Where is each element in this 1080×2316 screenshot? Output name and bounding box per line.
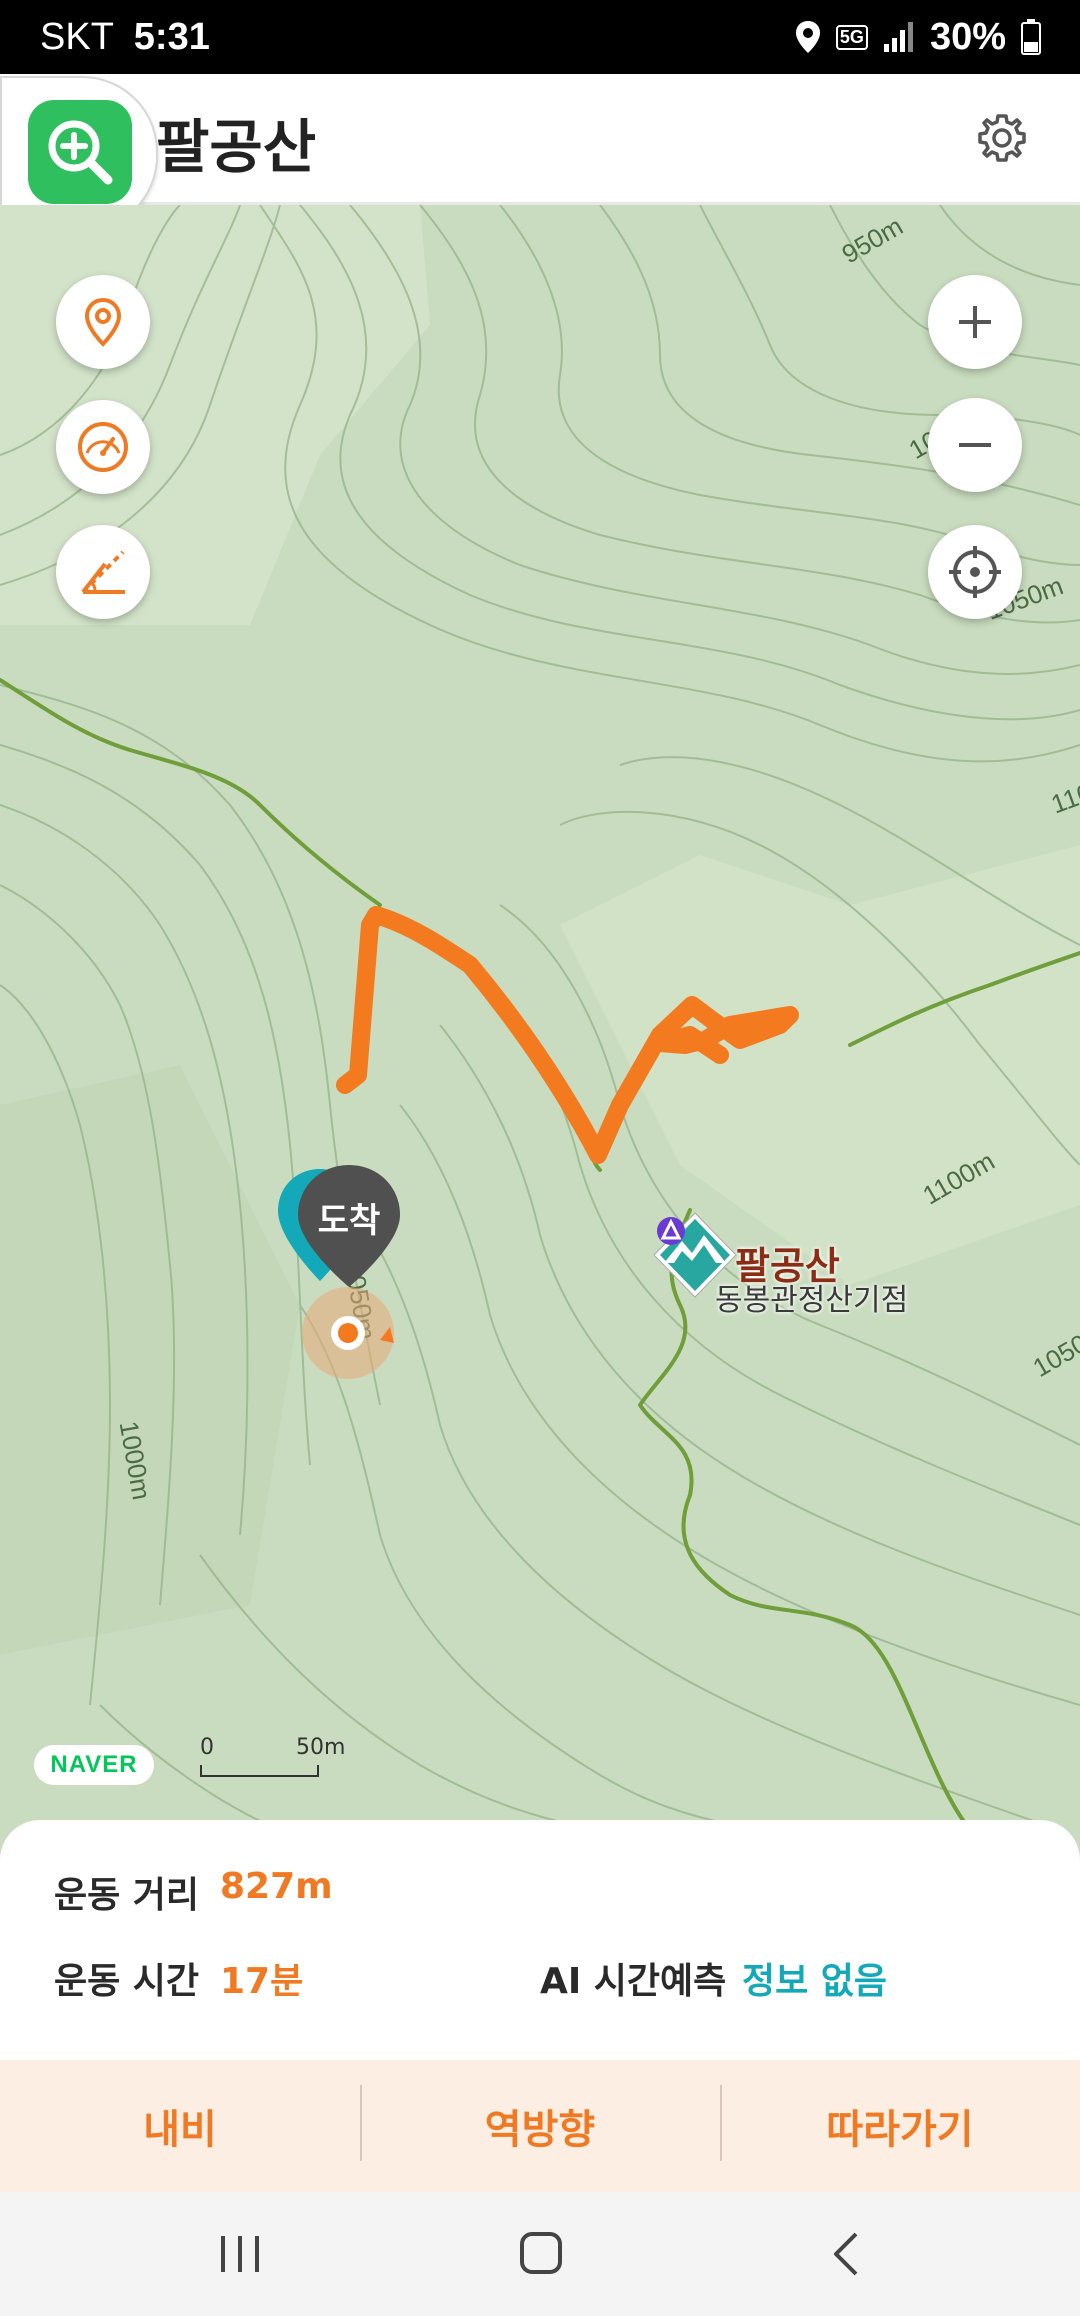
battery-icon	[1021, 19, 1041, 55]
carrier-label: SKT	[40, 16, 114, 58]
map-scale: 0 50m	[200, 1735, 350, 1785]
app-bar: 팔공산	[0, 74, 1080, 205]
recent-apps-icon[interactable]	[215, 2232, 265, 2276]
zoom-in-button[interactable]	[928, 275, 1022, 369]
current-position-icon	[302, 1287, 394, 1379]
status-bar: SKT 5:31 5G 30%	[0, 0, 1080, 74]
system-nav-bar	[0, 2192, 1080, 2316]
stats-panel: 운동 거리 827m 운동 시간 17분 AI 시간예측 정보 없음	[0, 1820, 1080, 2060]
crosshair-icon	[949, 546, 1001, 598]
minus-icon	[959, 443, 991, 447]
slope-button[interactable]	[56, 525, 150, 619]
distance-value: 827m	[220, 1866, 333, 1907]
scale-start: 0	[200, 1735, 214, 1760]
speed-button[interactable]	[56, 400, 150, 494]
map-view[interactable]: 950m 1000m 1050m 1100m 1100m 1050m 1050m…	[0, 205, 1080, 1830]
my-location-button[interactable]	[928, 525, 1022, 619]
arrival-marker[interactable]: 도착	[296, 1163, 402, 1289]
reverse-button[interactable]: 역방향	[360, 2060, 720, 2192]
clock: 5:31	[133, 16, 210, 58]
distance-label: 운동 거리	[54, 1875, 200, 1916]
gear-icon[interactable]	[972, 108, 1032, 168]
scale-end: 50m	[296, 1735, 346, 1760]
location-pin-icon	[84, 297, 122, 347]
home-icon[interactable]	[518, 2230, 564, 2276]
location-status-icon	[795, 21, 820, 53]
network-icon: 5G	[835, 24, 868, 50]
slope-icon	[81, 550, 125, 594]
location-button[interactable]	[56, 275, 150, 369]
naver-logo: NAVER	[34, 1745, 154, 1785]
time-label: 운동 시간	[54, 1961, 200, 2002]
zoom-out-button[interactable]	[928, 398, 1022, 492]
page-title: 팔공산	[156, 113, 317, 181]
arrival-label: 도착	[317, 1201, 381, 1241]
back-icon[interactable]	[826, 2230, 866, 2278]
summit-subtitle: 동봉관정산기점	[715, 1283, 909, 1318]
action-bar: 내비 역방향 따라가기	[0, 2060, 1080, 2192]
signal-icon	[883, 22, 913, 52]
follow-button[interactable]: 따라가기	[720, 2060, 1080, 2192]
battery-percent: 30%	[929, 15, 1006, 58]
plus-icon	[959, 306, 991, 338]
ai-time-value: 정보 없음	[742, 1961, 888, 2002]
scale-bar	[200, 1765, 319, 1777]
navigation-button[interactable]: 내비	[0, 2060, 360, 2192]
speedometer-icon	[78, 422, 128, 472]
zoom-in-icon	[48, 120, 113, 185]
ai-time-label: AI 시간예측	[540, 1961, 727, 2002]
summit-badge-icon	[657, 1217, 685, 1245]
time-value: 17분	[220, 1961, 304, 2002]
